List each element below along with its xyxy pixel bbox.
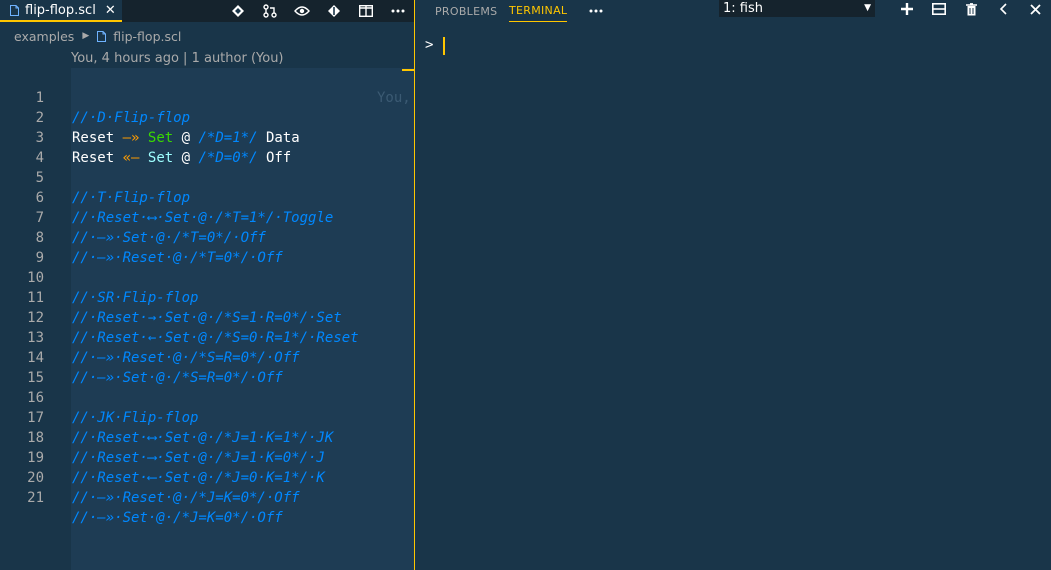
code-line: 8 //·—»·Reset·@·/*T=0*/·Off (0, 208, 414, 266)
breadcrumb-file[interactable]: flip-flop.scl (113, 29, 181, 44)
code-line: 19 //·Reset·⟵·Set·@·/*J=0·K=1*/·K (0, 428, 414, 486)
terminal-prompt: > (425, 37, 434, 53)
code-comment: //·—»·Set·@·/*J=K=0*/·Off (72, 510, 283, 526)
split-editor-icon[interactable] (350, 0, 382, 22)
diamond-icon[interactable] (222, 0, 254, 22)
chevron-right-icon: ▶ (82, 31, 90, 41)
chevron-left-icon[interactable] (987, 0, 1019, 18)
code-line: 15 (0, 348, 414, 386)
close-icon[interactable] (1019, 0, 1051, 18)
file-icon (10, 4, 19, 16)
editor-tab-flip-flop[interactable]: flip-flop.scl ✕ (0, 0, 122, 22)
breadcrumb: examples ▶ flip-flop.scl (0, 26, 414, 46)
code-line: 20 //·—»·Reset·@·/*J=K=0*/·Off (0, 448, 414, 506)
code-line: 11 //·Reset·→·Set·@·/*S=1·R=0*/·Set (0, 268, 414, 326)
code-line: 10 //·SR·Flip-flop (0, 248, 414, 306)
code-line: 13 //·—»·Reset·@·/*S=R=0*/·Off (0, 308, 414, 366)
code-comment: //·—»·Reset·@·/*J=K=0*/·Off (72, 490, 300, 506)
code-line: 5 //·T·Flip-flop (0, 148, 414, 206)
eye-icon[interactable] (286, 0, 318, 22)
code-line: 17 //·Reset·⟷·Set·@·/*J=1·K=1*/·JK (0, 388, 414, 446)
more-icon[interactable] (585, 0, 607, 22)
terminal-select[interactable]: 1: fish ▼ (719, 0, 875, 17)
editor-actions (222, 0, 414, 22)
code-line: 12 //·Reset·←·Set·@·/*S=0·R=1*/·Reset (0, 288, 414, 346)
panel-header: PROBLEMS TERMINAL 1: fish ▼ (415, 0, 1051, 22)
trash-icon[interactable] (955, 0, 987, 18)
editor-pane: flip-flop.scl ✕ examples ▶ flip-flop.scl… (0, 0, 414, 570)
terminal-panel: PROBLEMS TERMINAL 1: fish ▼ > (415, 0, 1051, 570)
code-line: 21 //·—»·Set·@·/*J=K=0*/·Off (0, 468, 414, 526)
code-line: 4 (0, 128, 414, 166)
tab-problems[interactable]: PROBLEMS (435, 0, 497, 22)
inline-blame: You, (377, 90, 411, 106)
more-icon[interactable] (382, 0, 414, 22)
code-line: 16 //·JK·Flip-flop (0, 368, 414, 426)
split-terminal-icon[interactable] (923, 0, 955, 18)
line-number: 21 (27, 490, 44, 506)
breadcrumb-folder[interactable]: examples (14, 29, 74, 44)
code-line: 7 //·—»·Set·@·/*T=0*/·Off (0, 188, 414, 246)
plus-icon[interactable] (891, 0, 923, 18)
terminal-select-value: 1: fish (723, 1, 763, 16)
panel-actions (891, 0, 1051, 18)
commit-icon[interactable] (318, 0, 350, 22)
code-line: 6 //·Reset·⟷·Set·@·/*T=1*/·Toggle (0, 168, 414, 226)
caret-down-icon: ▼ (864, 3, 871, 13)
code-line: 9 (0, 228, 414, 266)
tab-terminal[interactable]: TERMINAL (509, 0, 568, 22)
code-line: 3 Reset «— Set @ /*D=0*/ Off (0, 108, 414, 166)
code-line: 1 //·D·Flip-flop (0, 68, 414, 126)
blame-codelens[interactable]: You, 4 hours ago | 1 author (You) (71, 51, 284, 66)
editor-tab-bar: flip-flop.scl ✕ (0, 0, 414, 22)
file-icon (97, 30, 107, 42)
terminal-cursor (443, 37, 445, 55)
tab-close-icon[interactable]: ✕ (105, 3, 116, 18)
source-control-icon[interactable] (254, 0, 286, 22)
code-line: 18 //·Reset·⟶·Set·@·/*J=1·K=0*/·J (0, 408, 414, 466)
code-line: 14 //·—»·Set·@·/*S=R=0*/·Off (0, 328, 414, 386)
tab-label: flip-flop.scl (25, 2, 96, 18)
code-line: 2 Reset —» Set @ /*D=1*/ Data You, (0, 88, 414, 146)
